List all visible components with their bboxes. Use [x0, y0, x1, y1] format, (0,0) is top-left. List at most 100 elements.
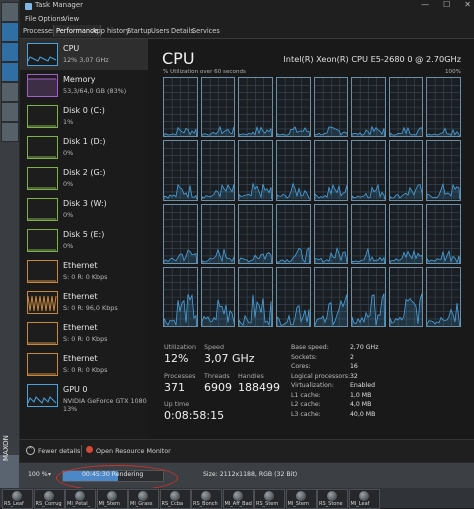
core-graph	[313, 140, 349, 201]
core-graph	[426, 203, 461, 264]
material-swatch[interactable]: MI_Leaf	[348, 489, 380, 509]
core-graph	[313, 203, 349, 264]
tool-button[interactable]	[1, 2, 19, 22]
sidebar-item[interactable]: Ethernet S: 0 R: 0 Kbps	[20, 318, 148, 349]
core-graph	[426, 140, 461, 201]
page-title: CPU	[162, 49, 195, 68]
maximize-button[interactable]: ☐	[443, 0, 450, 13]
menu-options[interactable]: Options	[38, 15, 64, 23]
tab-app-history[interactable]: App history	[92, 27, 130, 35]
material-preview	[106, 491, 117, 501]
spec-value: 16	[350, 363, 358, 370]
tool-button[interactable]	[1, 122, 19, 142]
tool-button[interactable]	[1, 22, 19, 42]
spec-label: L3 cache:	[291, 410, 321, 418]
menu-file[interactable]: File	[25, 15, 36, 23]
sidebar-item-name: Ethernet	[63, 261, 98, 270]
sidebar-item[interactable]: CPU 12% 3,07 GHz	[20, 39, 148, 70]
material-preview	[43, 491, 54, 501]
util-axis-max: 100%	[445, 69, 461, 75]
core-graph	[163, 140, 198, 201]
spec-label: Sockets:	[291, 353, 318, 361]
sidebar-item-value: 53,3/64,0 GB (83%)	[63, 87, 127, 95]
tab-startup[interactable]: Startup	[127, 27, 151, 35]
material-preview	[169, 491, 180, 501]
tab-services[interactable]: Services	[192, 27, 220, 35]
fewer-details-link[interactable]: Fewer details	[38, 447, 80, 455]
minimize-button[interactable]: —	[421, 0, 429, 13]
core-graph	[275, 140, 311, 201]
sidebar-item[interactable]: Ethernet S: 0 R: 0 Kbps	[20, 349, 148, 380]
material-swatch[interactable]: MI_Petal_	[65, 489, 96, 509]
task-manager-icon	[25, 3, 32, 10]
material-swatch[interactable]: MI_Aff_Bad	[222, 489, 254, 509]
tab-processes[interactable]: Processes	[23, 27, 56, 35]
tool-button[interactable]	[1, 42, 19, 62]
sidebar-item[interactable]: Disk 3 (W:) 0%	[20, 194, 148, 225]
sidebar-item[interactable]: Ethernet S: 0 R: 96,0 Kbps	[20, 287, 148, 318]
sidebar-item[interactable]: Disk 2 (G:) 0%	[20, 163, 148, 194]
material-swatch[interactable]: RS_Stem	[254, 489, 285, 509]
handles-value: 188499	[238, 381, 280, 394]
material-name: MI_Petal_	[67, 501, 91, 507]
tab-details[interactable]: Details	[171, 27, 194, 35]
material-swatch[interactable]: RS_Ccba	[159, 489, 191, 509]
logical-processor-graphs	[163, 77, 461, 327]
material-swatch[interactable]: RS_Bonch	[191, 489, 222, 509]
tool-button[interactable]	[1, 62, 19, 82]
material-preview	[295, 491, 306, 501]
core-graph	[388, 266, 424, 327]
material-preview	[232, 491, 243, 501]
close-button[interactable]: ✕	[464, 0, 471, 13]
threads-label: Threads	[204, 372, 230, 380]
material-name: RS_Bonch	[193, 501, 218, 507]
material-name: RS_Stem	[256, 501, 279, 507]
menu-view[interactable]: View	[63, 15, 79, 23]
material-preview	[201, 491, 211, 501]
task-manager-window: Task Manager — ☐ ✕ File Options View Pro…	[19, 0, 474, 463]
sidebar-item[interactable]: GPU 0 NVIDIA GeForce GTX 1080 13%	[20, 380, 148, 413]
zoom-level[interactable]: 100 %	[28, 471, 48, 478]
core-graph	[275, 266, 311, 327]
chevron-down-icon[interactable]: ▾	[48, 471, 51, 478]
material-preview	[138, 491, 148, 501]
core-graph	[163, 266, 198, 327]
material-swatch[interactable]: MI_Stem	[285, 489, 317, 509]
mini-graph	[27, 353, 58, 376]
material-swatch[interactable]: MI_Stem	[96, 489, 128, 509]
material-swatch[interactable]: MI_Grass	[128, 489, 159, 509]
material-swatch[interactable]: RS_Stone	[317, 489, 348, 509]
threads-value: 6909	[204, 381, 232, 394]
material-swatch[interactable]: RS_Leaf	[2, 489, 33, 509]
tab-bar: Processes Performance App history Startu…	[20, 25, 474, 39]
core-graph	[200, 77, 236, 138]
core-graph	[351, 77, 386, 138]
chevron-up-icon[interactable]: ^	[26, 446, 35, 455]
open-resource-monitor-link[interactable]: Open Resource Monitor	[96, 447, 171, 455]
sidebar-item-name: CPU	[63, 44, 80, 53]
utilization-label: Utilization	[164, 343, 197, 351]
tool-button[interactable]	[1, 102, 19, 122]
material-swatch[interactable]: RS_Corrug	[33, 489, 65, 509]
resource-monitor-icon[interactable]	[86, 446, 93, 453]
sidebar-item-value: NVIDIA GeForce GTX 1080	[63, 397, 147, 405]
sidebar-item-value: 0%	[63, 180, 74, 188]
sidebar-item[interactable]: Ethernet S: 0 R: 0 Kbps	[20, 256, 148, 287]
tab-users[interactable]: Users	[151, 27, 169, 35]
sidebar-item[interactable]: Disk 5 (E:) 0%	[20, 225, 148, 256]
sidebar-item[interactable]: Disk 0 (C:) 1%	[20, 101, 148, 132]
tool-button[interactable]	[1, 82, 19, 102]
sidebar-item-value: 1%	[63, 118, 74, 126]
core-graph	[351, 266, 386, 327]
spec-label: Base speed:	[291, 344, 329, 351]
speed-value: 3,07 GHz	[204, 352, 255, 365]
image-size-info: Size: 2112x1188, RGB (32 Bit)	[203, 471, 298, 478]
core-graph	[388, 140, 424, 201]
sidebar-item[interactable]: Disk 1 (D:) 0%	[20, 132, 148, 163]
material-name: RS_Leaf	[4, 501, 24, 507]
cpu-panel: CPU Intel(R) Xeon(R) CPU E5-2680 0 @ 2.7…	[148, 39, 474, 439]
sidebar-item[interactable]: Memory 53,3/64,0 GB (83%)	[20, 70, 148, 101]
sidebar-item-value: 12% 3,07 GHz	[63, 56, 109, 64]
material-name: RS_Stone	[319, 501, 343, 507]
sidebar-item-name: Disk 2 (G:)	[63, 168, 106, 177]
